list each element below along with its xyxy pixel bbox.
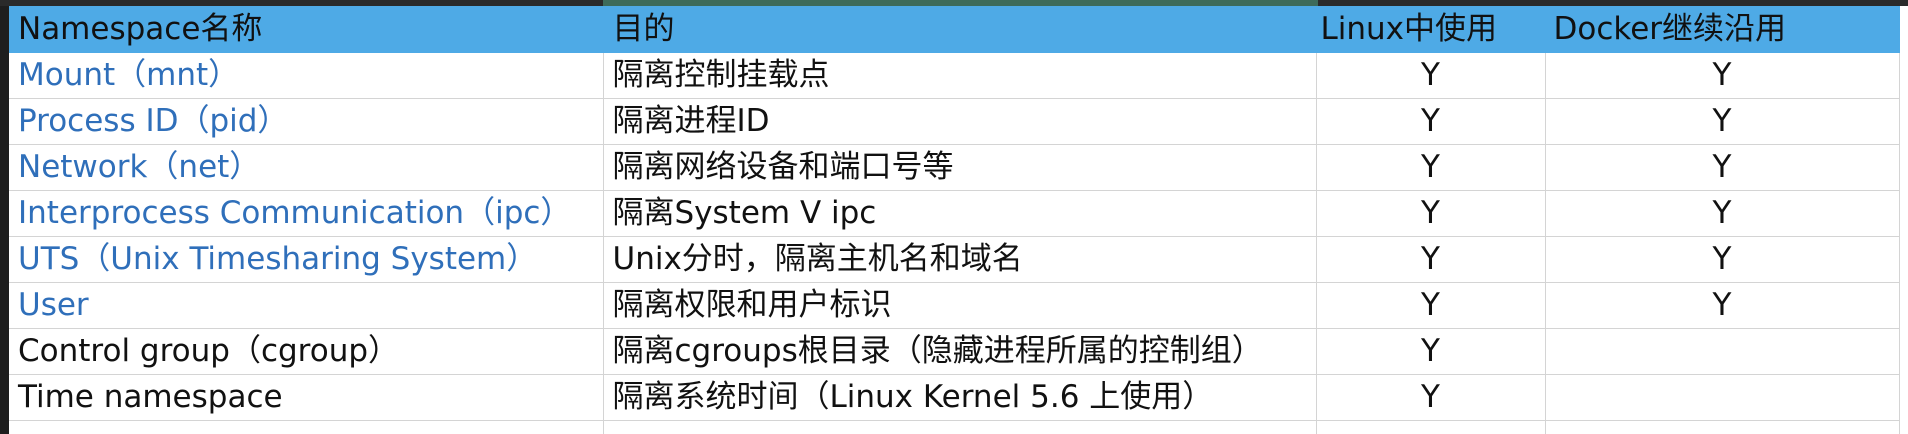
purpose-cell[interactable]: Unix分时，隔离主机名和域名: [603, 236, 1317, 283]
purpose-cell[interactable]: 隔离控制挂载点: [603, 52, 1317, 99]
table-row: Mount（mnt） 隔离控制挂载点 Y Y: [9, 52, 1900, 99]
namespace-name-link[interactable]: Process ID（pid）: [9, 98, 604, 145]
linux-flag-cell[interactable]: Y: [1316, 282, 1546, 329]
purpose-cell[interactable]: 隔离System V ipc: [603, 190, 1317, 237]
table-row: Network（net） 隔离网络设备和端口号等 Y Y: [9, 144, 1900, 191]
table-row: Interprocess Communication（ipc） 隔离System…: [9, 190, 1900, 237]
table-row: User 隔离权限和用户标识 Y Y: [9, 282, 1900, 329]
empty-cell[interactable]: [1545, 420, 1900, 434]
linux-flag-cell[interactable]: Y: [1316, 52, 1546, 99]
linux-flag-cell[interactable]: Y: [1316, 374, 1546, 421]
docker-flag-cell[interactable]: [1545, 374, 1900, 421]
namespace-name-cell[interactable]: Time namespace: [9, 374, 604, 421]
docker-flag-cell[interactable]: Y: [1545, 282, 1900, 329]
purpose-cell[interactable]: 隔离权限和用户标识: [603, 282, 1317, 329]
namespace-name-link[interactable]: Network（net）: [9, 144, 604, 191]
docker-flag-cell[interactable]: Y: [1545, 144, 1900, 191]
table-row: Time namespace 隔离系统时间（Linux Kernel 5.6 上…: [9, 374, 1900, 421]
namespace-name-link[interactable]: User: [9, 282, 604, 329]
namespace-name-link[interactable]: Interprocess Communication（ipc）: [9, 190, 604, 237]
docker-flag-cell[interactable]: Y: [1545, 52, 1900, 99]
docker-flag-cell[interactable]: [1545, 328, 1900, 375]
linux-flag-cell[interactable]: Y: [1316, 236, 1546, 283]
empty-cell[interactable]: [1316, 420, 1546, 434]
header-purpose[interactable]: 目的: [603, 6, 1317, 53]
namespace-name-link[interactable]: Mount（mnt）: [9, 52, 604, 99]
docker-flag-cell[interactable]: Y: [1545, 236, 1900, 283]
linux-flag-cell[interactable]: Y: [1316, 328, 1546, 375]
empty-cell[interactable]: [603, 420, 1317, 434]
docker-flag-cell[interactable]: Y: [1545, 98, 1900, 145]
namespace-table: Namespace名称 目的 Linux中使用 Docker继续沿用 Mount…: [9, 6, 1900, 434]
purpose-cell[interactable]: 隔离cgroups根目录（隐藏进程所属的控制组）: [603, 328, 1317, 375]
table-row: UTS（Unix Timesharing System） Unix分时，隔离主机…: [9, 236, 1900, 283]
linux-flag-cell[interactable]: Y: [1316, 190, 1546, 237]
table-row: Process ID（pid） 隔离进程ID Y Y: [9, 98, 1900, 145]
purpose-cell[interactable]: 隔离进程ID: [603, 98, 1317, 145]
empty-cell[interactable]: [9, 420, 604, 434]
table-row: Control group（cgroup） 隔离cgroups根目录（隐藏进程所…: [9, 328, 1900, 375]
empty-row: [9, 420, 1900, 434]
header-linux-usage[interactable]: Linux中使用: [1316, 6, 1546, 53]
header-docker-usage[interactable]: Docker继续沿用: [1545, 6, 1900, 53]
namespace-name-link[interactable]: UTS（Unix Timesharing System）: [9, 236, 604, 283]
header-row: Namespace名称 目的 Linux中使用 Docker继续沿用: [9, 6, 1900, 53]
linux-flag-cell[interactable]: Y: [1316, 98, 1546, 145]
namespace-name-cell[interactable]: Control group（cgroup）: [9, 328, 604, 375]
row-header-strip: [0, 0, 9, 434]
spreadsheet: Namespace名称 目的 Linux中使用 Docker继续沿用 Mount…: [0, 0, 1908, 434]
purpose-cell[interactable]: 隔离网络设备和端口号等: [603, 144, 1317, 191]
purpose-cell[interactable]: 隔离系统时间（Linux Kernel 5.6 上使用）: [603, 374, 1317, 421]
linux-flag-cell[interactable]: Y: [1316, 144, 1546, 191]
docker-flag-cell[interactable]: Y: [1545, 190, 1900, 237]
header-namespace-name[interactable]: Namespace名称: [9, 6, 604, 53]
